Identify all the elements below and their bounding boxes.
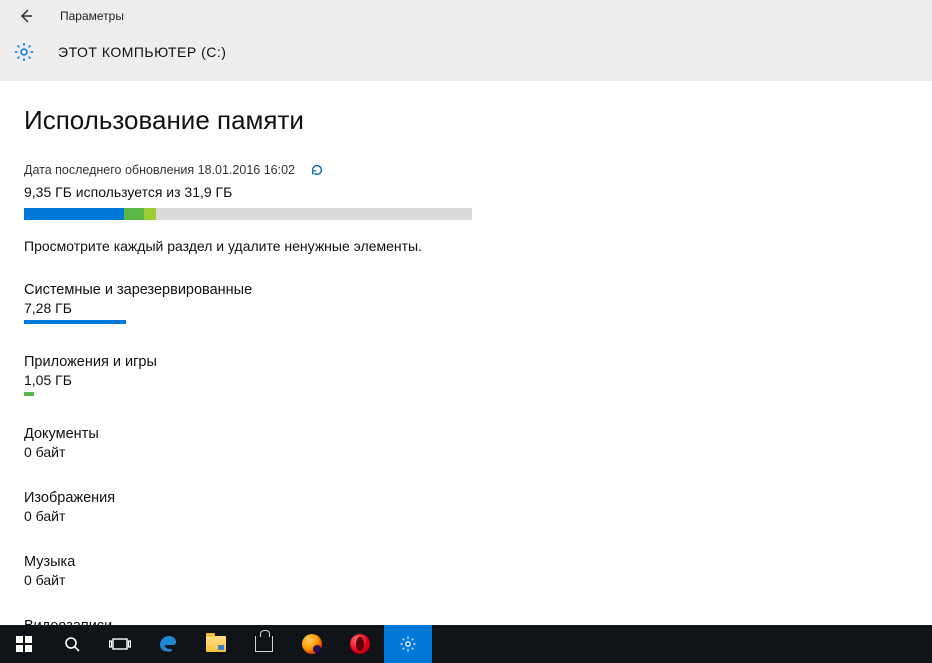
taskbar-settings-button[interactable] [384, 625, 432, 663]
header-drive-row: ЭТОТ КОМПЬЮТЕР (C:) [0, 40, 932, 64]
last-update-value: 18.01.2016 16:02 [198, 163, 295, 177]
usage-segment-apps [124, 208, 144, 220]
firefox-icon [302, 634, 322, 654]
help-text: Просмотрите каждый раздел и удалите нену… [24, 238, 908, 254]
folder-icon [206, 636, 226, 652]
category-title: Системные и зарезервированные [24, 282, 908, 298]
category-bar [24, 392, 472, 396]
category-value: 7,28 ГБ [24, 300, 908, 316]
taskbar-store-button[interactable] [240, 625, 288, 663]
taskbar-firefox-button[interactable] [288, 625, 336, 663]
category-music[interactable]: Музыка 0 байт [24, 554, 908, 588]
category-apps[interactable]: Приложения и игры 1,05 ГБ [24, 354, 908, 396]
opera-icon [350, 634, 370, 654]
category-title: Изображения [24, 490, 908, 506]
task-view-icon [109, 636, 131, 652]
taskbar-start-button[interactable] [0, 625, 48, 663]
taskbar-edge-button[interactable] [144, 625, 192, 663]
taskbar [0, 625, 932, 663]
category-value: 1,05 ГБ [24, 372, 908, 388]
edge-icon [158, 634, 178, 654]
back-button[interactable] [16, 6, 36, 26]
category-bar-fill [24, 320, 126, 324]
category-title: Документы [24, 426, 908, 442]
page-title: Использование памяти [24, 105, 908, 136]
taskbar-opera-button[interactable] [336, 625, 384, 663]
category-value: 0 байт [24, 508, 908, 524]
taskbar-task-view-button[interactable] [96, 625, 144, 663]
last-update-label: Дата последнего обновления [24, 163, 194, 177]
usage-segment-system [24, 208, 124, 220]
category-bar-fill [24, 392, 34, 396]
category-bar [24, 320, 472, 324]
taskbar-file-explorer-button[interactable] [192, 625, 240, 663]
storage-content: Использование памяти Дата последнего обн… [0, 81, 932, 634]
drive-title: ЭТОТ КОМПЬЮТЕР (C:) [58, 44, 226, 60]
category-title: Музыка [24, 554, 908, 570]
category-title: Приложения и игры [24, 354, 908, 370]
search-icon [63, 635, 81, 653]
settings-header: Параметры ЭТОТ КОМПЬЮТЕР (C:) [0, 0, 932, 81]
settings-title: Параметры [60, 9, 124, 23]
refresh-icon [310, 163, 324, 177]
gear-icon [399, 635, 417, 653]
category-system[interactable]: Системные и зарезервированные 7,28 ГБ [24, 282, 908, 324]
usage-segment-other [144, 208, 156, 220]
usage-summary: 9,35 ГБ используется из 31,9 ГБ [24, 184, 908, 200]
category-value: 0 байт [24, 444, 908, 460]
store-icon [255, 636, 273, 652]
last-update-row: Дата последнего обновления 18.01.2016 16… [24, 162, 908, 178]
gear-icon [12, 40, 36, 64]
windows-logo-icon [16, 636, 32, 652]
back-arrow-icon [18, 8, 34, 24]
taskbar-search-button[interactable] [48, 625, 96, 663]
category-value: 0 байт [24, 572, 908, 588]
header-top-row: Параметры [0, 0, 932, 32]
category-documents[interactable]: Документы 0 байт [24, 426, 908, 460]
total-usage-bar [24, 208, 472, 220]
refresh-button[interactable] [309, 162, 325, 178]
category-images[interactable]: Изображения 0 байт [24, 490, 908, 524]
